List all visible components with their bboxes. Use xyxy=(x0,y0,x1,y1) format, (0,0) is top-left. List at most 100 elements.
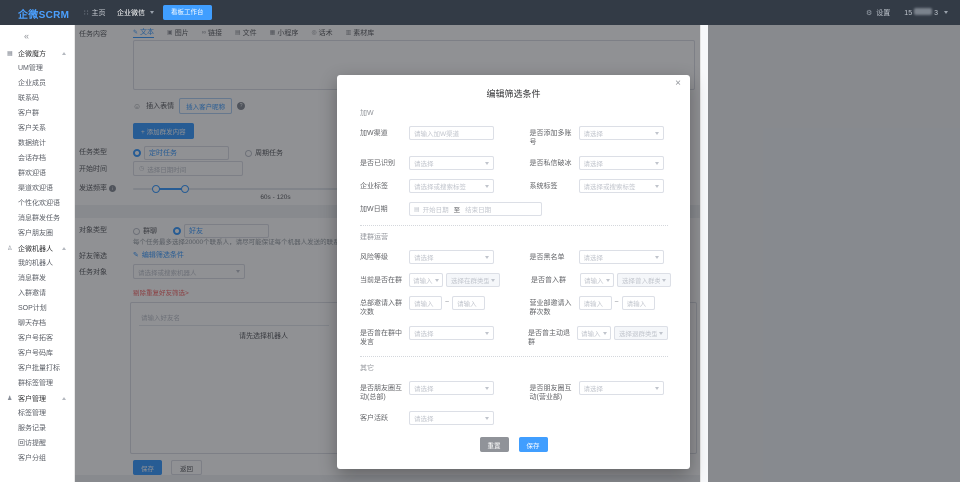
sidebar-group[interactable]: ♙企微机器人 xyxy=(0,241,74,256)
filter-field: 客户活跃请选择 xyxy=(360,411,499,425)
sidebar-item[interactable]: 客户群 xyxy=(0,106,74,121)
text-input[interactable]: 请输入 xyxy=(579,296,612,310)
close-icon[interactable]: × xyxy=(675,79,681,89)
sidebar-item[interactable]: 数据统计 xyxy=(0,136,74,151)
filter-field: 是否黑名单请选择 xyxy=(530,250,669,264)
filter-field: 营业部邀请入群次数请输入~请输入 xyxy=(530,296,669,317)
select[interactable]: 选择在群类型 xyxy=(446,273,500,287)
modal-section-title: 建群运营 xyxy=(360,232,668,242)
reset-button[interactable]: 重置 xyxy=(480,437,509,452)
nav-wecom[interactable]: 企业微信 xyxy=(117,0,154,25)
sidebar-item[interactable]: 聊天存档 xyxy=(0,316,74,331)
calendar-icon: ▤ xyxy=(414,206,420,213)
chevron-down-icon xyxy=(603,332,607,335)
field-label: 客户活跃 xyxy=(360,411,407,425)
sidebar-group[interactable]: ♟客户管理 xyxy=(0,391,74,406)
sidebar-item[interactable]: 标签管理 xyxy=(0,406,74,421)
filter-row: 企业标签请选择或搜索标签系统标签请选择或搜索标签 xyxy=(360,179,668,193)
select[interactable]: 请选择 xyxy=(579,156,664,170)
select-placeholder: 请选择 xyxy=(414,252,434,262)
sidebar-item[interactable]: 客户号码库 xyxy=(0,346,74,361)
chevron-down-icon xyxy=(655,185,659,188)
select[interactable]: 请选择 xyxy=(409,326,494,340)
sidebar-item[interactable]: 客户号拓客 xyxy=(0,331,74,346)
sidebar-item[interactable]: 服务记录 xyxy=(0,421,74,436)
select-placeholder: 请选择 xyxy=(584,252,604,262)
select[interactable]: 请输入 xyxy=(409,273,443,287)
sidebar-item[interactable]: 群标签管理 xyxy=(0,376,74,391)
sidebar-item[interactable]: 入群邀请 xyxy=(0,286,74,301)
filter-field: 是否私信破冰请选择 xyxy=(530,156,669,170)
cube-icon: ▦ xyxy=(7,50,15,57)
field-label: 是否朋友圈互动(总部) xyxy=(360,381,407,402)
select[interactable]: 请输入 xyxy=(580,273,614,287)
select[interactable]: 请选择或搜索标签 xyxy=(579,179,664,193)
sidebar-item[interactable]: 客户分组 xyxy=(0,451,74,466)
text-input[interactable]: 请输入 xyxy=(622,296,655,310)
modal-title: 编辑筛选条件 xyxy=(486,89,540,99)
field-label: 是否曾主动退群 xyxy=(528,326,575,347)
select[interactable]: 请选择 xyxy=(579,381,664,395)
sidebar-item[interactable]: 消息群发任务 xyxy=(0,211,74,226)
sidebar-item[interactable]: 企业成员 xyxy=(0,76,74,91)
select-placeholder: 选择曾入群类型 xyxy=(622,275,660,285)
modal-save-button[interactable]: 保存 xyxy=(519,437,548,452)
select-placeholder: 请输入 xyxy=(413,275,433,285)
user-phone[interactable]: 153 xyxy=(904,8,938,17)
sidebar-item[interactable]: 会话存档 xyxy=(0,151,74,166)
filter-field: 是否曾入群请输入选择曾入群类型 xyxy=(531,273,671,287)
text-input[interactable]: 请输入 xyxy=(452,296,485,310)
select-placeholder: 请选择 xyxy=(414,158,434,168)
chevron-down-icon xyxy=(655,162,659,165)
select[interactable]: 请选择 xyxy=(409,411,494,425)
select[interactable]: 请选择 xyxy=(409,381,494,395)
input-placeholder: 请输入 xyxy=(584,298,604,308)
sidebar-item[interactable]: 我的机器人 xyxy=(0,256,74,271)
chevron-down-icon xyxy=(485,417,489,420)
sidebar-item[interactable]: 客户批量打标 xyxy=(0,361,74,376)
filter-row: 是否已识别请选择是否私信破冰请选择 xyxy=(360,156,668,170)
app-logo: 企微SCRM xyxy=(18,6,69,21)
settings-link[interactable]: 设置 xyxy=(876,8,890,18)
sidebar-item[interactable]: 渠道欢迎语 xyxy=(0,181,74,196)
input-placeholder: 请输入加W渠道 xyxy=(414,128,459,138)
select[interactable]: 请输入 xyxy=(577,326,611,340)
sidebar-item[interactable]: 客户朋友圈 xyxy=(0,226,74,241)
select[interactable]: 请选择 xyxy=(579,250,664,264)
sidebar-item[interactable]: UM管理 xyxy=(0,61,74,76)
sidebar-group-label: 企微机器人 xyxy=(18,244,53,254)
select-placeholder: 请选择 xyxy=(584,383,604,393)
daterange-input[interactable]: ▤开始日期至结束日期 xyxy=(409,202,542,216)
nav-home[interactable]: ∷ 主页 xyxy=(84,0,105,25)
select[interactable]: 请选择 xyxy=(409,156,494,170)
nav-wecom-label: 企业微信 xyxy=(117,8,145,18)
sidebar-item[interactable]: 群欢迎语 xyxy=(0,166,74,181)
filter-field: 总部邀请入群次数请输入~请输入 xyxy=(360,296,499,317)
sidebar-group[interactable]: ▦企微魔方 xyxy=(0,46,74,61)
text-input[interactable]: 请输入 xyxy=(409,296,442,310)
sidebar-item[interactable]: 个性化欢迎语 xyxy=(0,196,74,211)
select[interactable]: 选择退群类型 xyxy=(614,326,668,340)
workbench-button[interactable]: 看板工作台 xyxy=(163,5,212,20)
field-label: 加W日期 xyxy=(360,202,407,216)
sidebar-item[interactable]: SOP计划 xyxy=(0,301,74,316)
range-separator: ~ xyxy=(445,296,449,310)
sidebar-item[interactable]: 消息群发 xyxy=(0,271,74,286)
sidebar-item[interactable]: 客户关系 xyxy=(0,121,74,136)
chevron-down-icon xyxy=(659,332,663,335)
filter-row: 总部邀请入群次数请输入~请输入 营业部邀请入群次数请输入~请输入 xyxy=(360,296,668,317)
select[interactable]: 请选择 xyxy=(579,126,664,140)
sidebar-item[interactable]: 回访提醒 xyxy=(0,436,74,451)
chevron-down-icon xyxy=(655,256,659,259)
sidebar-item[interactable]: 联系码 xyxy=(0,91,74,106)
page-scrollbar[interactable] xyxy=(700,25,708,482)
select[interactable]: 选择曾入群类型 xyxy=(617,273,671,287)
select[interactable]: 请选择或搜索标签 xyxy=(409,179,494,193)
sidebar-collapse-button[interactable]: « xyxy=(0,25,74,46)
masked-phone xyxy=(914,8,932,15)
text-input[interactable]: 请输入加W渠道 xyxy=(409,126,494,140)
select[interactable]: 请选择 xyxy=(409,250,494,264)
chevron-down-icon xyxy=(435,279,439,282)
filter-field: 是否朋友圈互动(总部)请选择 xyxy=(360,381,499,402)
filter-field: 是否朋友圈互动(营业部)请选择 xyxy=(530,381,669,402)
